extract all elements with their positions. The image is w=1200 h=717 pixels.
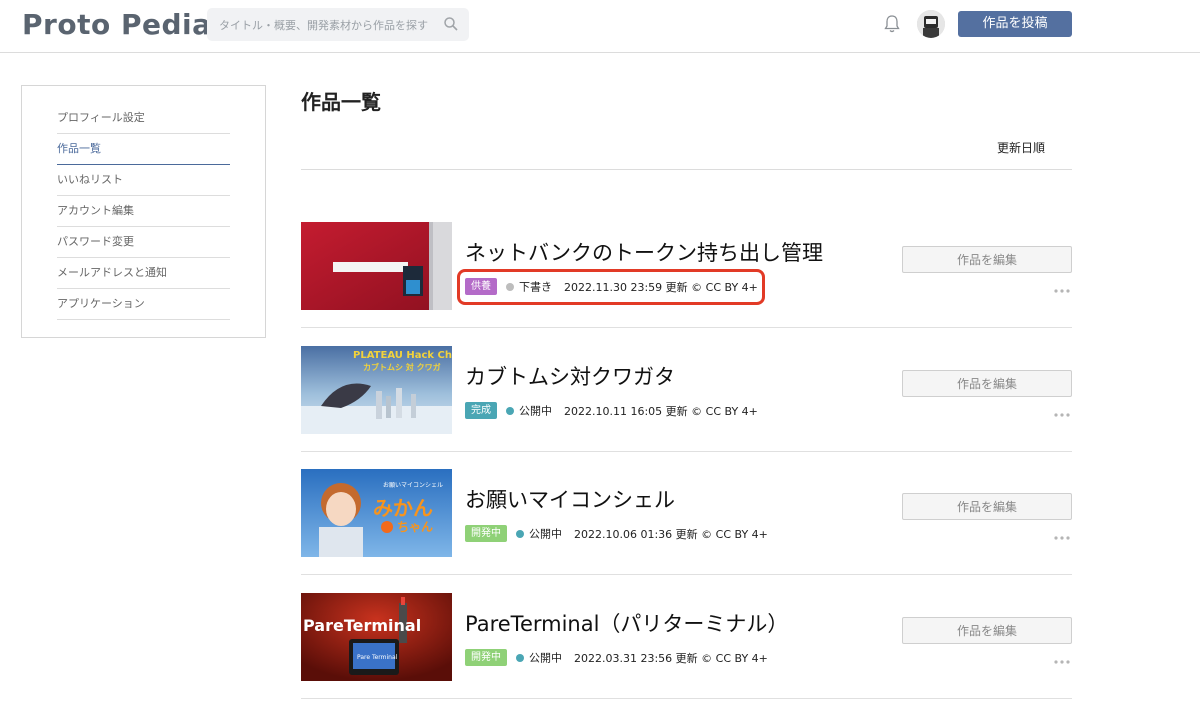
project-row: お願いマイコンシェル みかん ちゃん お願いマイコンシェル 開発中 公開中 2022… — [301, 469, 1072, 593]
avatar-image — [917, 10, 945, 38]
row-divider — [301, 574, 1072, 575]
highlight-annotation — [457, 269, 765, 305]
sidebar-item-application[interactable]: アプリケーション — [57, 289, 230, 320]
project-thumbnail-image — [301, 222, 452, 310]
thumbnail-caption-top: お願いマイコンシェル — [383, 482, 443, 489]
project-stage-badge: 開発中 — [465, 649, 507, 666]
project-thumbnail-image: PareTerminal Pare Terminal — [301, 593, 452, 681]
publish-status: 公開中 — [529, 527, 562, 541]
edit-project-button[interactable]: 作品を編集 — [902, 246, 1072, 273]
project-row: PareTerminal Pare Terminal PareTerminal（… — [301, 593, 1072, 717]
project-meta: 完成 公開中 2022.10.11 16:05 更新 © CC BY 4+ — [465, 402, 758, 420]
updated-info: 2022.10.11 16:05 更新 © CC BY 4+ — [564, 404, 758, 418]
settings-sidebar: プロフィール設定 作品一覧 いいねリスト アカウント編集 パスワード変更 メール… — [21, 85, 266, 338]
updated-info: 2022.10.06 01:36 更新 © CC BY 4+ — [574, 527, 768, 541]
status-dot-icon — [516, 653, 524, 662]
sidebar-item-password-change[interactable]: パスワード変更 — [57, 227, 230, 258]
logo-text-pedia: Pedia — [120, 8, 212, 41]
search-input[interactable] — [217, 8, 441, 43]
sidebar-item-account-edit[interactable]: アカウント編集 — [57, 196, 230, 227]
project-meta: 開発中 公開中 2022.10.06 01:36 更新 © CC BY 4+ — [465, 525, 768, 543]
thumbnail-caption: PareTerminal — [303, 616, 421, 635]
publish-status: 公開中 — [529, 651, 562, 665]
more-options-icon[interactable] — [1053, 659, 1071, 665]
project-thumbnail[interactable]: PareTerminal Pare Terminal — [301, 593, 452, 681]
thumbnail-caption: みかん — [373, 496, 433, 520]
sort-order-selector[interactable]: 更新日順 — [997, 139, 1045, 156]
project-row: PLATEAU Hack Challe カブトムシ 対 クワガ カブトムシ対クワ… — [301, 346, 1072, 470]
search-icon[interactable] — [443, 16, 459, 32]
project-title[interactable]: カブトムシ対クワガタ — [465, 361, 675, 391]
edit-project-button[interactable]: 作品を編集 — [902, 617, 1072, 644]
search-box[interactable] — [207, 8, 469, 43]
edit-project-button[interactable]: 作品を編集 — [902, 493, 1072, 520]
more-options-icon[interactable] — [1053, 412, 1071, 418]
status-dot-icon — [506, 406, 514, 415]
project-thumbnail[interactable] — [301, 222, 452, 310]
thumbnail-caption: PLATEAU Hack Challe — [353, 350, 452, 361]
bell-icon[interactable] — [883, 14, 901, 34]
publish-status: 公開中 — [519, 404, 552, 418]
status-dot-icon — [516, 529, 524, 538]
sidebar-item-profile-settings[interactable]: プロフィール設定 — [57, 103, 230, 134]
project-title[interactable]: PareTerminal（パリターミナル） — [465, 608, 788, 638]
thumbnail-screen-text: Pare Terminal — [357, 654, 398, 661]
row-divider — [301, 698, 1072, 699]
more-options-icon[interactable] — [1053, 535, 1071, 541]
project-title[interactable]: お願いマイコンシェル — [465, 484, 675, 514]
project-stage-badge: 開発中 — [465, 525, 507, 542]
thumbnail-subcaption: カブトムシ 対 クワガ — [363, 362, 441, 372]
sidebar-item-like-list[interactable]: いいねリスト — [57, 165, 230, 196]
updated-info: 2022.03.31 23:56 更新 © CC BY 4+ — [574, 651, 768, 665]
project-thumbnail[interactable]: PLATEAU Hack Challe カブトムシ 対 クワガ — [301, 346, 452, 434]
row-divider — [301, 451, 1072, 452]
project-thumbnail-image: PLATEAU Hack Challe カブトムシ 対 クワガ — [301, 346, 452, 434]
post-project-button[interactable]: 作品を投稿 — [958, 11, 1072, 37]
sidebar-item-email-notification[interactable]: メールアドレスと通知 — [57, 258, 230, 289]
user-avatar[interactable] — [917, 10, 945, 38]
project-thumbnail[interactable]: お願いマイコンシェル みかん ちゃん — [301, 469, 452, 557]
more-options-icon[interactable] — [1053, 288, 1071, 294]
row-divider — [301, 327, 1072, 328]
project-thumbnail-image: お願いマイコンシェル みかん ちゃん — [301, 469, 452, 557]
sidebar-item-project-list[interactable]: 作品一覧 — [57, 134, 230, 165]
project-meta: 開発中 公開中 2022.03.31 23:56 更新 © CC BY 4+ — [465, 649, 768, 667]
logo-text-proto: Proto — [22, 8, 121, 41]
edit-project-button[interactable]: 作品を編集 — [902, 370, 1072, 397]
thumbnail-subcaption: ちゃん — [397, 520, 433, 534]
page-title: 作品一覧 — [301, 90, 381, 114]
top-header: Proto Pedia 作品を投稿 — [0, 0, 1200, 53]
project-stage-badge: 完成 — [465, 402, 497, 419]
site-logo[interactable]: Proto Pedia — [22, 8, 211, 41]
project-title[interactable]: ネットバンクのトークン持ち出し管理 — [465, 237, 823, 267]
divider — [301, 169, 1072, 170]
